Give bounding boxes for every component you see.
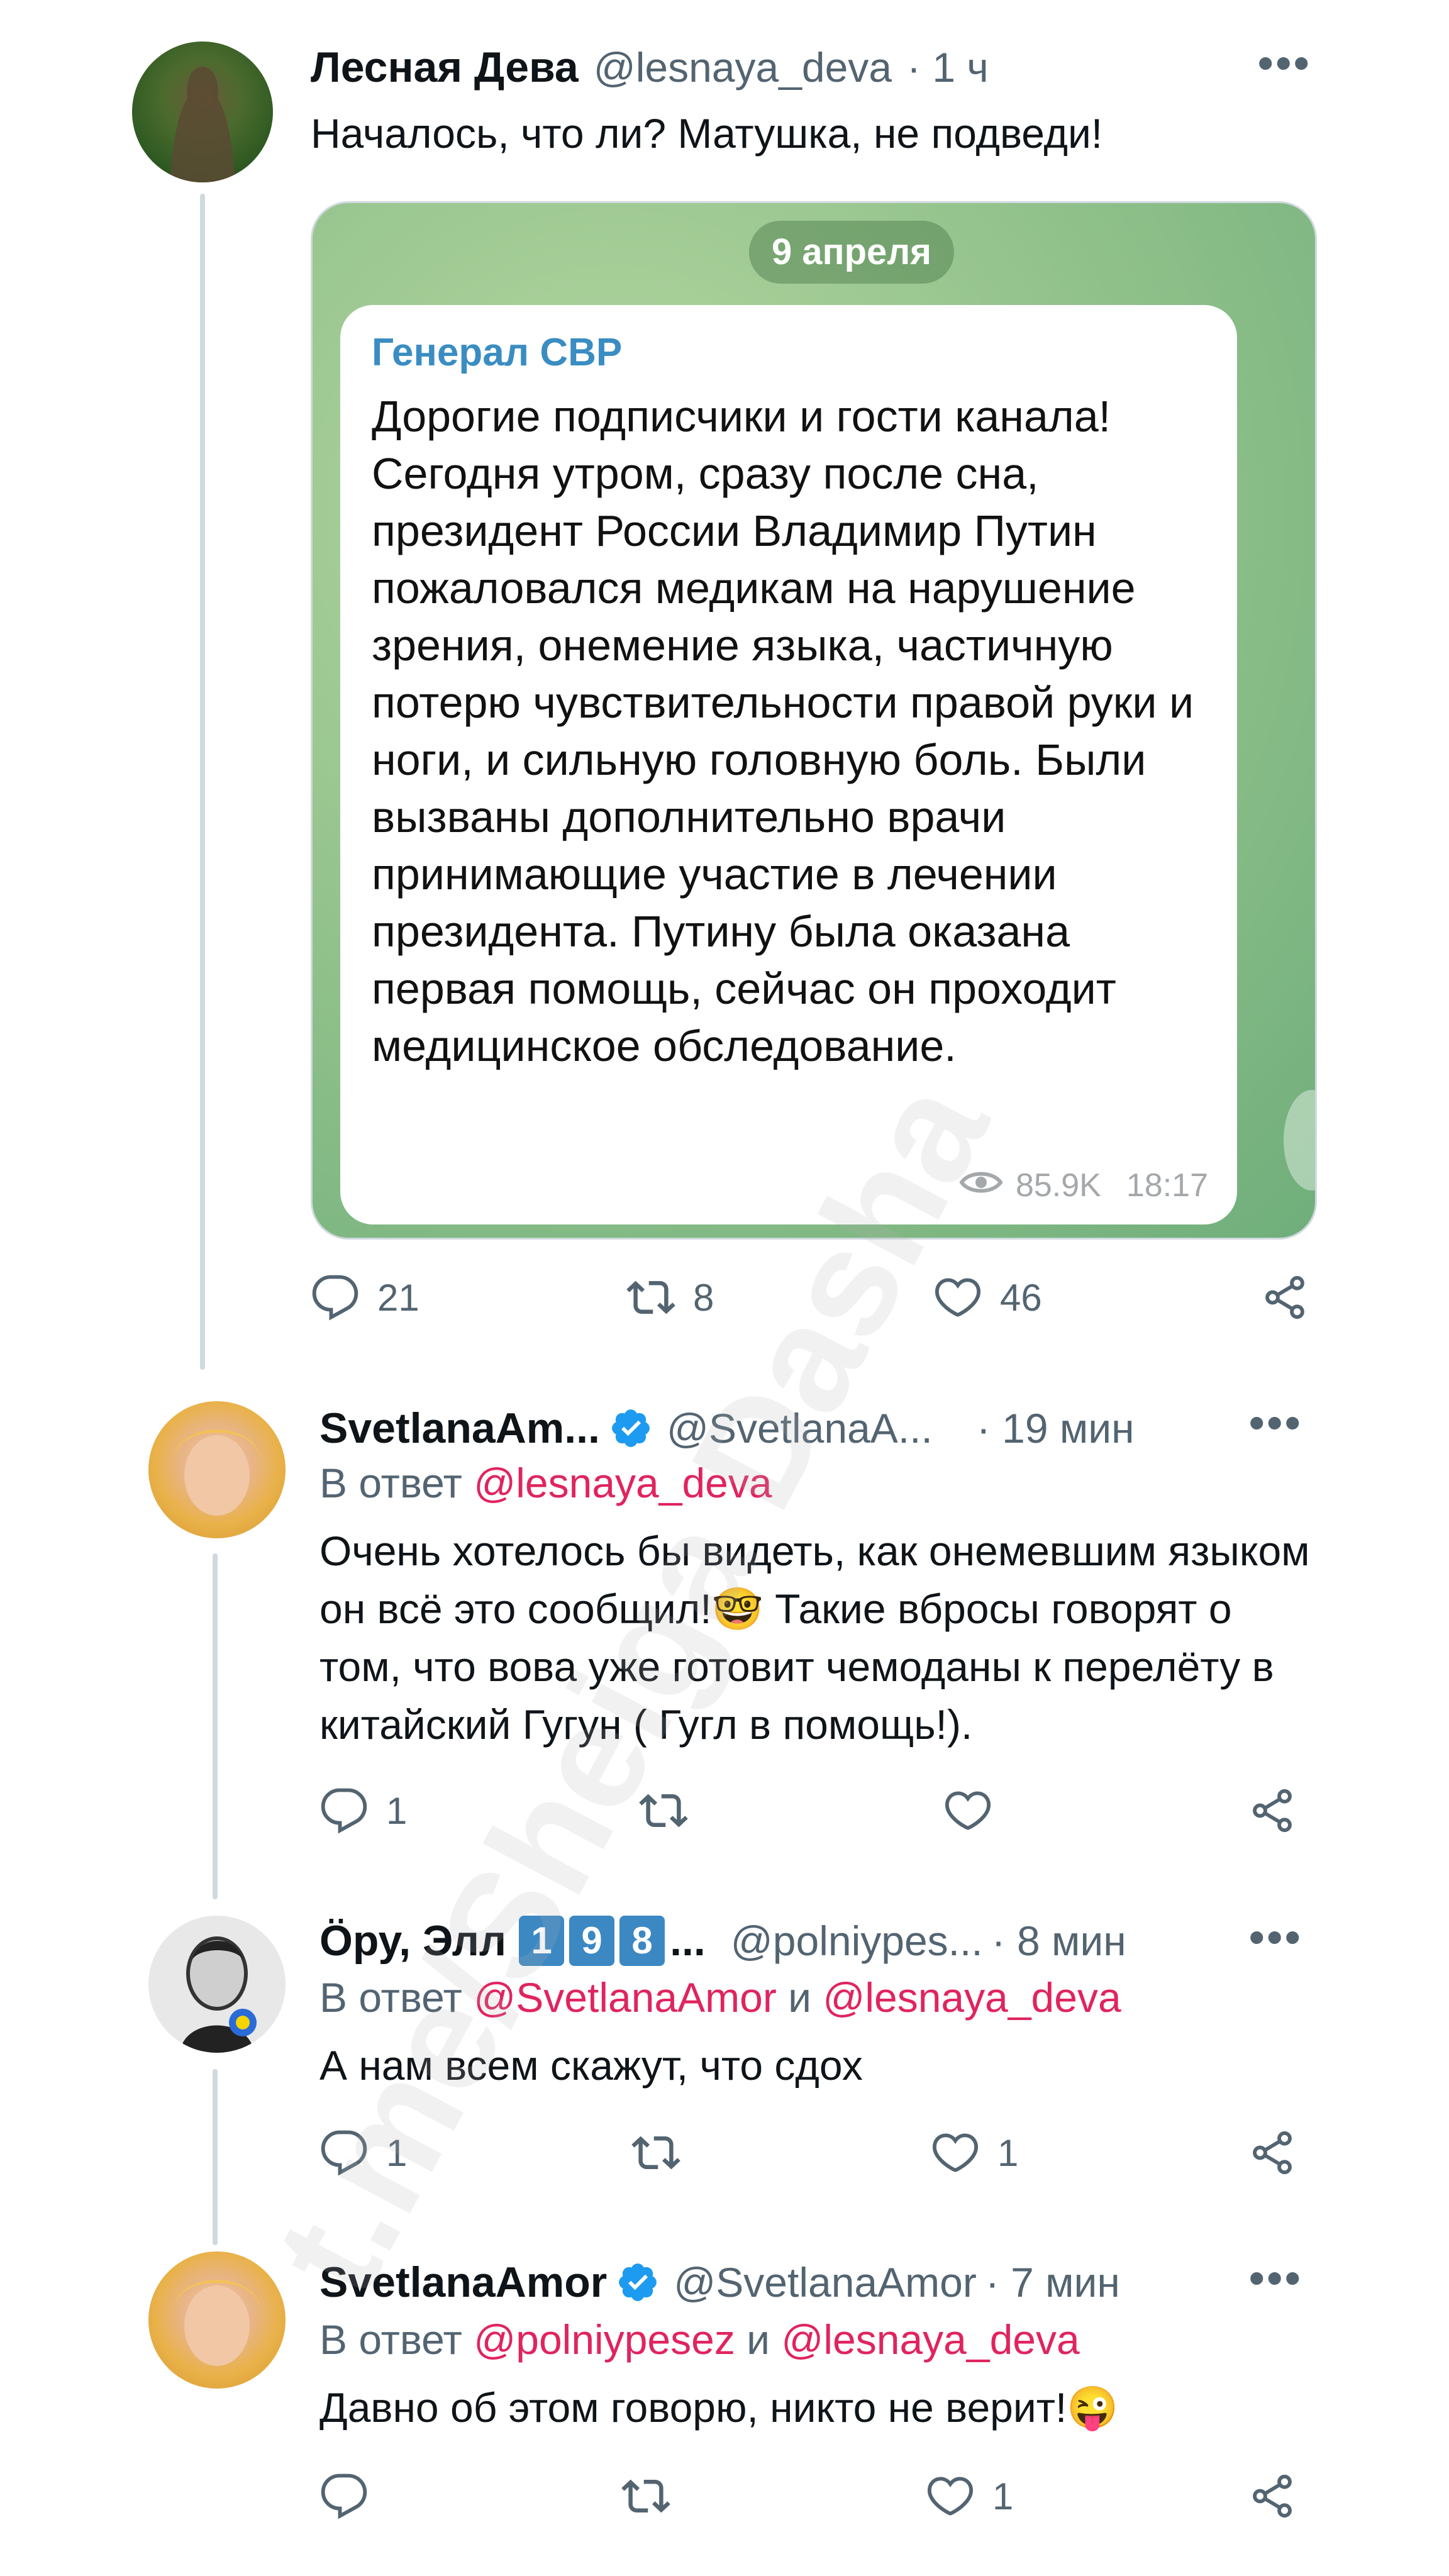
reply-button[interactable]: 1 <box>319 2128 407 2177</box>
avatar[interactable] <box>148 1916 286 2053</box>
telegram-date: 9 апреля <box>749 221 954 284</box>
reply-button[interactable]: 1 <box>319 1786 407 1835</box>
reply-to-line: В ответ @polniypesez и @lesnaya_deva <box>319 2316 1080 2363</box>
mention-link[interactable]: @lesnaya_deva <box>781 2316 1079 2363</box>
like-count: 1 <box>992 2475 1014 2518</box>
retweet-count: 8 <box>693 1276 714 1319</box>
author-name[interactable]: Öру, Элл <box>319 1916 506 1965</box>
retweet-button[interactable] <box>631 2128 698 2177</box>
heart-icon <box>932 2133 979 2172</box>
thread-line <box>213 1553 218 1899</box>
telegram-views: 85.9K <box>1015 1167 1101 1204</box>
reply-count: 1 <box>386 2131 408 2174</box>
avatar[interactable] <box>148 1401 286 1538</box>
emoji-badge: 8 <box>619 1916 665 1966</box>
share-icon <box>1253 2131 1292 2175</box>
share-button[interactable] <box>1248 1786 1297 1835</box>
telegram-message-text: Дорогие подписчики и гости канала! Сегод… <box>372 392 1194 1070</box>
retweet-icon <box>639 1794 688 1828</box>
name-ellipsis: ... <box>670 1917 706 1965</box>
verified-badge-icon <box>619 2263 657 2301</box>
author-name[interactable]: Лесная Дева <box>311 43 579 92</box>
reply-prefix: В ответ <box>319 1974 462 2021</box>
more-options-icon[interactable]: ••• <box>1249 2253 1303 2303</box>
tweet-text: А нам всем скажут, что сдох <box>319 2042 863 2089</box>
heart-icon <box>927 2477 974 2516</box>
mention-link[interactable]: @lesnaya_deva <box>474 1460 772 1506</box>
reply-prefix: В ответ <box>319 2316 462 2363</box>
author-name[interactable]: SvetlanaAm... <box>319 1404 600 1453</box>
eye-icon <box>959 1167 1003 1204</box>
emoji-badge: 1 <box>519 1916 565 1966</box>
reply-and: и <box>747 2316 770 2363</box>
mention-link[interactable]: @SvetlanaAmor <box>474 1974 777 2021</box>
avatar[interactable] <box>148 2251 286 2389</box>
share-button[interactable] <box>1260 1273 1309 1322</box>
reply-button[interactable] <box>319 2472 386 2521</box>
reply-and: и <box>788 1974 812 2021</box>
telegram-message-footer: 85.9K 18:17 <box>959 1167 1208 1204</box>
reply-icon <box>321 2473 367 2519</box>
telegram-channel-name: Генерал СВР <box>372 331 623 374</box>
reply-button[interactable]: 21 <box>311 1273 419 1322</box>
heart-icon <box>945 1791 991 1830</box>
author-handle[interactable]: @polniypes... <box>731 1917 983 1965</box>
reply-icon <box>312 1275 358 1321</box>
author-name[interactable]: SvetlanaAmor <box>319 2258 607 2307</box>
tweet-time[interactable]: · 1 ч <box>907 43 989 91</box>
emoji-badge: 9 <box>569 1916 615 1966</box>
share-icon <box>1265 1275 1304 1319</box>
share-icon <box>1253 2474 1292 2518</box>
tweet-time[interactable]: · 7 мин <box>985 2258 1120 2306</box>
like-count: 46 <box>1000 1276 1042 1319</box>
retweet-icon <box>621 2479 670 2513</box>
author-handle[interactable]: @lesnaya_deva <box>594 43 892 91</box>
verified-badge-icon <box>612 1409 650 1447</box>
tweet-text: Очень хотелось бы видеть, как онемевшим … <box>319 1528 1310 1748</box>
more-options-icon[interactable]: ••• <box>1249 1912 1303 1962</box>
tweet-time[interactable]: · 19 мин <box>977 1404 1135 1452</box>
more-options-icon[interactable]: ••• <box>1258 38 1312 88</box>
like-button[interactable]: 1 <box>931 2128 1018 2177</box>
author-handle[interactable]: @SvetlanaAmor <box>674 2258 977 2306</box>
thread-line <box>200 194 205 1370</box>
share-button[interactable] <box>1248 2472 1297 2521</box>
like-button[interactable]: 46 <box>933 1273 1042 1322</box>
thread-line <box>213 2069 218 2245</box>
share-icon <box>1253 1789 1292 1833</box>
reply-to-line: В ответ @lesnaya_deva <box>319 1459 772 1507</box>
author-handle[interactable]: @SvetlanaA... <box>667 1404 933 1452</box>
telegram-message: Генерал СВР Дорогие подписчики и гости к… <box>340 305 1237 1224</box>
mention-link[interactable]: @polniypesez <box>474 2316 735 2363</box>
tweet-time[interactable]: · 8 мин <box>992 1917 1126 1965</box>
reply-icon <box>321 1788 367 1834</box>
telegram-time: 18:17 <box>1126 1167 1208 1204</box>
retweet-icon <box>631 2136 680 2170</box>
attached-image[interactable]: 9 апреля Генерал СВР Дорогие подписчики … <box>311 201 1317 1240</box>
like-count: 1 <box>997 2131 1019 2174</box>
mention-link[interactable]: @lesnaya_deva <box>823 1974 1121 2021</box>
more-options-icon[interactable]: ••• <box>1249 1397 1303 1448</box>
share-button[interactable] <box>1248 2128 1297 2177</box>
reply-prefix: В ответ <box>319 1460 462 1506</box>
retweet-button[interactable] <box>621 2472 688 2521</box>
reply-to-line: В ответ @SvetlanaAmor и @lesnaya_deva <box>319 1974 1121 2021</box>
reply-count: 21 <box>377 1276 419 1319</box>
tweet-text: Давно об этом говорю, никто не верит!😜 <box>319 2384 1119 2431</box>
reply-icon <box>321 2130 367 2176</box>
like-button[interactable] <box>943 1786 1010 1835</box>
avatar[interactable] <box>132 42 273 182</box>
tweet-text: Началось, что ли? Матушка, не подведи! <box>311 110 1103 157</box>
share-circle-icon <box>1284 1090 1315 1191</box>
retweet-icon <box>626 1280 675 1314</box>
like-button[interactable]: 1 <box>926 2472 1013 2521</box>
reply-count: 1 <box>386 1789 408 1832</box>
retweet-button[interactable]: 8 <box>626 1273 714 1322</box>
retweet-button[interactable] <box>639 1786 706 1835</box>
heart-icon <box>935 1278 981 1317</box>
